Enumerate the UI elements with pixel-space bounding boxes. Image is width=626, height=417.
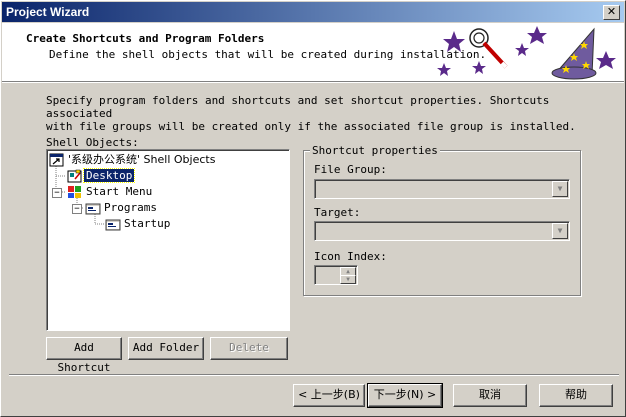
spin-down-icon[interactable]: ▼: [340, 275, 356, 284]
tree-node-programs[interactable]: Programs: [85, 200, 159, 216]
tree-node-desktop[interactable]: Desktop: [67, 168, 136, 184]
description-line-2: with file groups will be created only if…: [46, 120, 576, 133]
tree-node-start-menu[interactable]: Start Menu: [67, 184, 154, 200]
tree-node-startup-label: Startup: [124, 217, 171, 230]
add-folder-button[interactable]: Add Folder: [128, 337, 204, 360]
shell-objects-label: Shell Objects:: [46, 136, 139, 149]
start-menu-icon: [68, 186, 81, 198]
programs-collapse-toggle[interactable]: −: [72, 204, 82, 214]
description-line-1: Specify program folders and shortcuts an…: [46, 94, 550, 120]
add-shortcut-button[interactable]: Add Shortcut: [46, 337, 122, 374]
back-button[interactable]: < 上一步(B): [293, 384, 365, 407]
delete-button[interactable]: Delete: [210, 337, 288, 360]
target-dropdown-arrow-icon[interactable]: ▼: [552, 223, 568, 239]
tree-node-root-label: '系级办公系统' Shell Objects: [68, 153, 216, 166]
shortcut-properties-legend: Shortcut properties: [310, 144, 440, 157]
file-group-label: File Group:: [314, 163, 387, 176]
desktop-icon: [67, 169, 82, 183]
header-subheading: Define the shell objects that will be cr…: [49, 48, 487, 61]
footer-separator: [9, 374, 619, 376]
target-label: Target:: [314, 206, 361, 219]
icon-index-label: Icon Index:: [314, 250, 387, 263]
tree-node-programs-label: Programs: [104, 201, 157, 214]
wizard-hat-wand-icon: [437, 26, 616, 80]
programs-folder-icon: [85, 203, 101, 215]
description-text: Specify program folders and shortcuts an…: [46, 94, 586, 133]
next-button[interactable]: 下一步(N) >: [367, 383, 443, 408]
file-group-combobox[interactable]: ▼: [314, 179, 570, 199]
tree-node-desktop-label: Desktop: [82, 168, 136, 183]
tree-node-root[interactable]: '系级办公系统' Shell Objects: [49, 152, 217, 168]
window-title: Project Wizard: [6, 5, 90, 19]
cancel-button[interactable]: 取消: [453, 384, 527, 407]
icon-index-spinner[interactable]: ▲ ▼: [314, 265, 358, 285]
close-icon: ✕: [606, 5, 617, 18]
shell-objects-tree[interactable]: '系级办公系统' Shell Objects Desktop − Start M…: [46, 149, 290, 331]
tree-node-start-menu-label: Start Menu: [86, 185, 153, 198]
header-separator: [2, 82, 624, 83]
start-menu-collapse-toggle[interactable]: −: [52, 188, 62, 198]
file-group-dropdown-arrow-icon[interactable]: ▼: [552, 181, 568, 197]
help-button[interactable]: 帮助: [539, 384, 613, 407]
title-bar[interactable]: Project Wizard ✕: [2, 2, 624, 22]
header-heading: Create Shortcuts and Program Folders: [26, 32, 265, 45]
close-button[interactable]: ✕: [603, 5, 620, 20]
project-wizard-window: Project Wizard ✕ Create Shortcuts and Pr…: [0, 0, 626, 417]
target-combobox[interactable]: ▼: [314, 221, 570, 241]
shortcut-root-icon: [49, 153, 64, 167]
startup-folder-icon: [105, 219, 121, 231]
wizard-header: Create Shortcuts and Program Folders Def…: [2, 23, 624, 82]
tree-node-startup[interactable]: Startup: [105, 216, 172, 232]
